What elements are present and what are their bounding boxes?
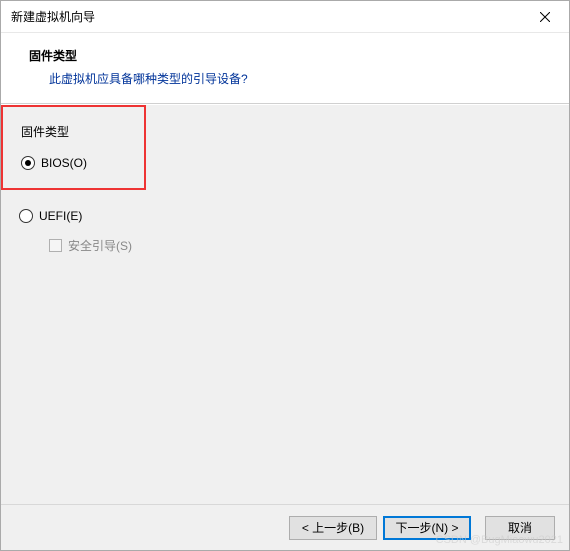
checkbox-icon [49, 239, 62, 252]
wizard-header: 固件类型 此虚拟机应具备哪种类型的引导设备? [1, 33, 569, 104]
close-icon [540, 12, 550, 22]
next-button[interactable]: 下一步(N) > [383, 516, 471, 540]
radio-icon [19, 209, 33, 223]
cancel-button[interactable]: 取消 [485, 516, 555, 540]
back-button[interactable]: < 上一步(B) [289, 516, 377, 540]
radio-icon [21, 156, 35, 170]
checkbox-label: 安全引导(S) [68, 237, 132, 254]
wizard-footer: < 上一步(B) 下一步(N) > 取消 CSDN @BugMiaowu2021 [1, 504, 569, 550]
highlight-box: 固件类型 BIOS(O) [1, 105, 146, 190]
group-label-firmware: 固件类型 [3, 107, 144, 150]
radio-option-bios[interactable]: BIOS(O) [3, 150, 144, 176]
page-title: 固件类型 [29, 47, 549, 64]
close-button[interactable] [525, 3, 565, 31]
radio-option-uefi[interactable]: UEFI(E) [1, 203, 569, 229]
radio-label: BIOS(O) [41, 156, 87, 170]
page-description: 此虚拟机应具备哪种类型的引导设备? [29, 70, 549, 87]
wizard-window: 新建虚拟机向导 固件类型 此虚拟机应具备哪种类型的引导设备? 固件类型 BIOS… [0, 0, 570, 551]
titlebar: 新建虚拟机向导 [1, 1, 569, 33]
content-area: 固件类型 BIOS(O) UEFI(E) 安全引导(S) [1, 104, 569, 504]
radio-label: UEFI(E) [39, 209, 82, 223]
checkbox-secure-boot: 安全引导(S) [1, 231, 569, 260]
window-title: 新建虚拟机向导 [11, 8, 525, 25]
